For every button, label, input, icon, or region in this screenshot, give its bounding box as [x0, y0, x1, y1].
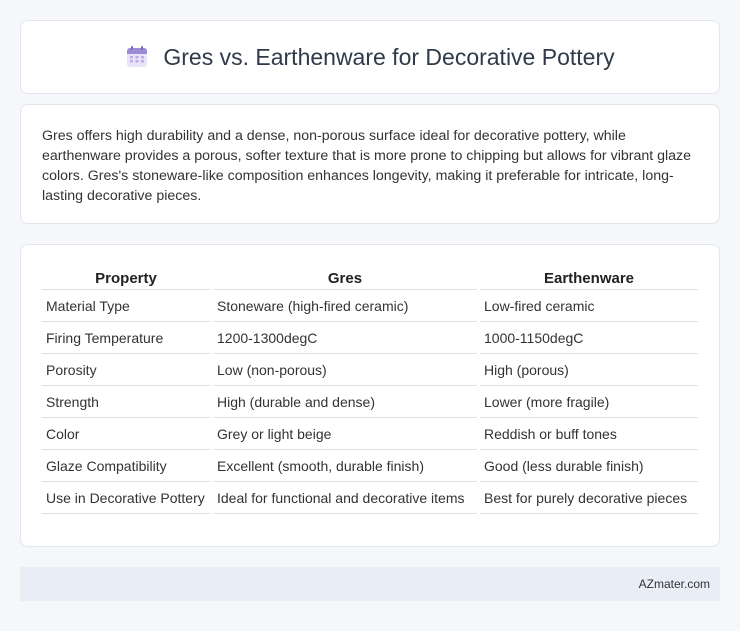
- table-cell: Firing Temperature: [42, 322, 210, 354]
- table-cell: High (durable and dense): [213, 386, 477, 418]
- table-row: Glaze Compatibility Excellent (smooth, du…: [42, 450, 698, 482]
- table-header-row: Property Gres Earthenware: [42, 265, 698, 290]
- table-cell: Material Type: [42, 290, 210, 322]
- title-card: Gres vs. Earthenware for Decorative Pott…: [20, 20, 720, 94]
- footer: AZmater.com: [20, 567, 720, 601]
- table-cell: High (porous): [480, 354, 698, 386]
- calendar-icon: [125, 45, 149, 69]
- table-cell: Grey or light beige: [213, 418, 477, 450]
- table-cell: Lower (more fragile): [480, 386, 698, 418]
- table-cell: Use in Decorative Pottery: [42, 482, 210, 514]
- comparison-table-card: Property Gres Earthenware Material Type S…: [20, 244, 720, 547]
- table-cell: Glaze Compatibility: [42, 450, 210, 482]
- summary-text: Gres offers high durability and a dense,…: [42, 128, 692, 204]
- table-cell: Excellent (smooth, durable finish): [213, 450, 477, 482]
- table-cell: Color: [42, 418, 210, 450]
- table-row: Strength High (durable and dense) Lower (m…: [42, 386, 698, 418]
- table-row: Use in Decorative Pottery Ideal for funct…: [42, 482, 698, 514]
- column-header: Property: [42, 265, 210, 290]
- table-cell: Stoneware (high-fired ceramic): [213, 290, 477, 322]
- table-cell: Best for purely decorative pieces: [480, 482, 698, 514]
- comparison-table: Property Gres Earthenware Material Type S…: [39, 265, 701, 514]
- table-cell: Good (less durable finish): [480, 450, 698, 482]
- table-row: Porosity Low (non-porous) High (porous): [42, 354, 698, 386]
- table-cell: Low (non-porous): [213, 354, 477, 386]
- table-row: Firing Temperature 1200-1300degC 1000-1150…: [42, 322, 698, 354]
- page-title: Gres vs. Earthenware for Decorative Pott…: [163, 43, 615, 70]
- table-row: Material Type Stoneware (high-fired ceram…: [42, 290, 698, 322]
- table-cell: Low-fired ceramic: [480, 290, 698, 322]
- footer-brand: AZmater.com: [638, 577, 710, 591]
- table-cell: Ideal for functional and decorative item…: [213, 482, 477, 514]
- table-cell: Porosity: [42, 354, 210, 386]
- table-cell: Reddish or buff tones: [480, 418, 698, 450]
- table-cell: 1000-1150degC: [480, 322, 698, 354]
- table-cell: Strength: [42, 386, 210, 418]
- summary-card: Gres offers high durability and a dense,…: [20, 104, 720, 224]
- table-row: Color Grey or light beige Reddish or buff …: [42, 418, 698, 450]
- column-header: Earthenware: [480, 265, 698, 290]
- column-header: Gres: [213, 265, 477, 290]
- table-cell: 1200-1300degC: [213, 322, 477, 354]
